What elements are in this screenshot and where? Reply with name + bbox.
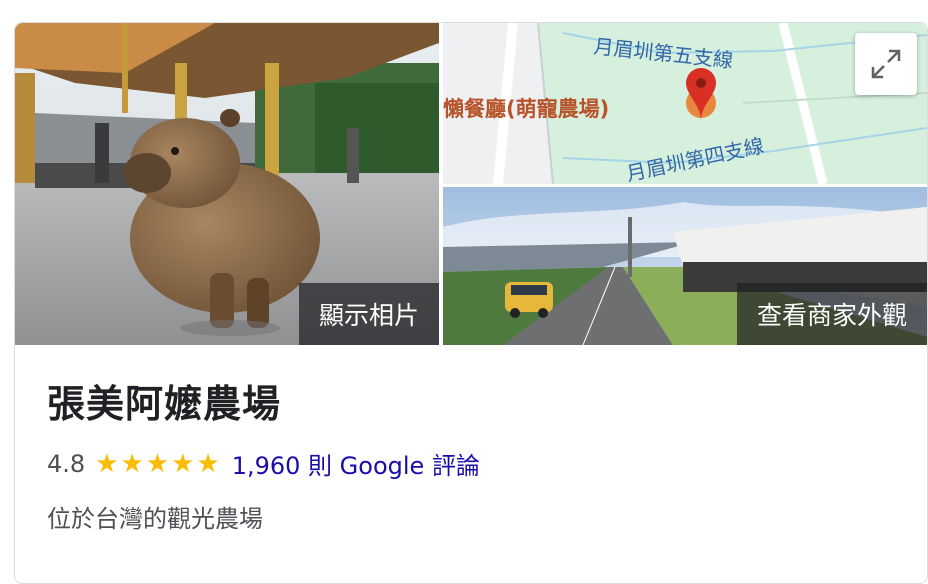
show-photos-label: 顯示相片 [318, 301, 419, 330]
map-thumbnail[interactable]: 月眉圳第五支線 月眉圳第四支線 懶餐廳(萌寵農場) [443, 23, 927, 184]
view-storefront-button[interactable]: 查看商家外觀 [736, 283, 927, 345]
rating-row: 4.8 ★★★★★ 1,960 則 Google 評論 [47, 446, 907, 481]
expand-icon [871, 49, 901, 79]
reviews-link[interactable]: 1,960 則 Google 評論 [232, 446, 480, 481]
place-card: 顯示相片 月眉圳第五支線 月眉圳第四支線 懶餐廳(萌寵農場) 查看商家外觀 張美… [14, 22, 928, 584]
show-photos-button[interactable]: 顯示相片 [298, 283, 439, 345]
place-photo[interactable]: 顯示相片 [15, 23, 439, 345]
street-view-thumbnail[interactable]: 查看商家外觀 [443, 187, 927, 345]
view-storefront-label: 查看商家外觀 [756, 301, 907, 330]
map-place-label: 懶餐廳(萌寵農場) [443, 97, 609, 121]
place-info: 張美阿嬤農場 4.8 ★★★★★ 1,960 則 Google 評論 位於台灣的… [47, 373, 907, 534]
place-title: 張美阿嬤農場 [47, 382, 282, 426]
rating-value: 4.8 [47, 449, 86, 478]
expand-map-button[interactable] [855, 33, 917, 95]
star-rating-icon: ★★★★★ [95, 448, 222, 479]
place-category: 位於台灣的觀光農場 [47, 505, 263, 533]
